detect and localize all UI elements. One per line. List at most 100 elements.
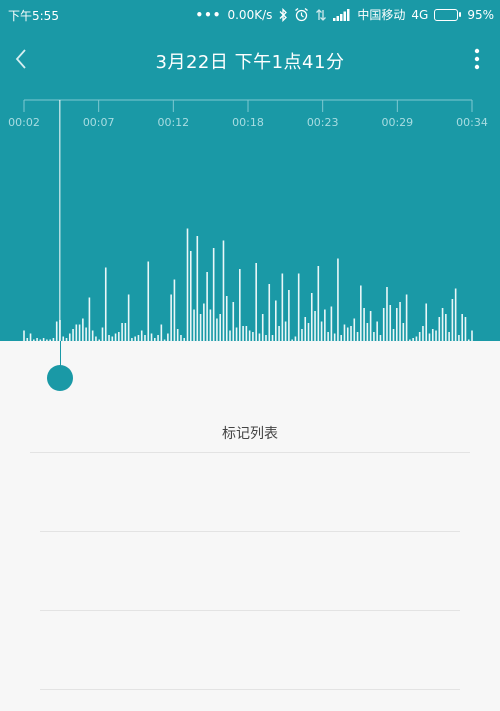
waveform-bar <box>288 290 290 341</box>
waveform-bar <box>445 314 447 341</box>
signal-icon <box>333 8 350 21</box>
waveform-timeline[interactable]: 00:02 00:07 00:12 00:18 00:23 00:29 00:34 <box>0 94 500 341</box>
waveform-bar <box>343 324 346 341</box>
waveform-bar <box>114 333 117 341</box>
waveform-bar <box>229 330 231 341</box>
waveform-bar <box>350 326 352 341</box>
waveform-bar <box>68 333 71 341</box>
waveform-bar <box>399 302 401 341</box>
waveform-bar <box>78 324 81 341</box>
waveform-bar <box>193 309 195 341</box>
waveform-bar <box>170 294 172 341</box>
waveform-bar <box>428 333 431 341</box>
waveform-bar <box>435 330 437 341</box>
waveform-bar <box>366 323 369 341</box>
waveform-bar <box>72 329 74 341</box>
waveform-bar <box>225 296 228 341</box>
waveform-bar <box>382 308 385 341</box>
waveform-bar <box>405 294 408 341</box>
waveform-bar <box>320 321 323 341</box>
waveform-bar <box>346 327 349 341</box>
waveform-bar <box>91 330 94 341</box>
waveform-bar <box>261 314 264 341</box>
waveform-bar <box>23 330 25 341</box>
waveform-bar <box>310 293 313 341</box>
waveform-bar <box>307 323 310 341</box>
waveform-bar <box>140 330 143 341</box>
waveform-bar <box>376 321 378 341</box>
waveform-bar <box>118 332 120 341</box>
waveform-bar <box>245 326 248 341</box>
waveform-bar <box>252 332 254 341</box>
waveform-bar <box>235 327 238 341</box>
playhead-handle[interactable] <box>46 365 73 391</box>
waveform-bar <box>258 333 261 341</box>
waveform-bar <box>232 302 235 341</box>
waveform-bar <box>239 269 241 341</box>
waveform-bar <box>160 324 163 341</box>
waveform-bar <box>278 326 280 341</box>
alarm-icon <box>295 7 309 22</box>
waveform-bar <box>418 332 421 341</box>
timeline-tick-label: 00:23 <box>307 116 339 129</box>
waveform-bar <box>360 285 362 341</box>
timeline-tick-label: 00:29 <box>381 116 413 129</box>
waveform-bar <box>147 261 150 341</box>
timeline-tick-label: 00:12 <box>157 116 189 129</box>
carrier-name: 中国移动 <box>357 8 406 22</box>
waveform-bar <box>353 318 356 341</box>
waveform-bar <box>255 263 257 341</box>
list-divider <box>40 531 460 532</box>
list-divider <box>40 689 460 690</box>
waveform-bar <box>29 333 32 341</box>
waveform-bar <box>314 311 316 341</box>
waveform-bar <box>203 303 205 341</box>
timeline-tick-label: 00:34 <box>456 116 488 129</box>
timeline-tick-label: 00:07 <box>83 116 115 129</box>
waveform-bar <box>216 318 218 341</box>
waveform-bar <box>448 332 450 341</box>
network-type: 4G <box>411 7 429 22</box>
network-speed: 0.00K/s <box>227 7 273 22</box>
recording-header: 下午5:55 ••• 0.00K/s 中国移动 4G 95% 3月22日 下午1… <box>0 0 500 341</box>
waveform-bar <box>333 333 336 341</box>
bluetooth-icon <box>279 7 288 22</box>
waveform-bar <box>438 317 441 341</box>
waveform-bar <box>441 308 444 341</box>
waveform-bar <box>268 284 271 341</box>
waveform-bar <box>242 326 244 341</box>
waveform-bar <box>248 330 251 341</box>
timeline-tick-label: 00:18 <box>232 116 264 129</box>
waveform-bar <box>196 236 199 341</box>
waveform-bar <box>189 251 192 341</box>
waveform-bar <box>392 329 395 341</box>
more-icon[interactable] <box>472 46 482 72</box>
waveform-bar <box>386 287 388 341</box>
waveform-bar <box>55 321 58 341</box>
marks-panel: 标记列表 <box>0 341 500 711</box>
waveform-bar <box>373 332 375 341</box>
waveform-bar <box>464 317 467 341</box>
waveform-bar <box>206 272 208 341</box>
waveform-bar <box>88 297 91 341</box>
waveform-bar <box>212 248 215 341</box>
waveform-bar <box>173 279 176 341</box>
waveform-bar <box>104 267 107 341</box>
status-right: ••• 0.00K/s 中国移动 4G 95% <box>195 6 494 23</box>
waveform-bar <box>281 273 284 341</box>
waveform-bar <box>454 288 457 341</box>
waveform-bar <box>461 314 463 341</box>
waveform-bar <box>422 326 424 341</box>
playhead-line-extension <box>59 341 61 367</box>
recording-title: 3月22日 下午1点41分 <box>155 52 345 73</box>
waveform-bar <box>219 314 221 341</box>
marks-list-title: 标记列表 <box>222 426 278 442</box>
waveform-bar <box>395 308 398 341</box>
waveform-bar <box>127 294 130 341</box>
title-bar: 3月22日 下午1点41分 <box>0 38 500 82</box>
status-time: 下午5:55 <box>8 9 59 23</box>
waveform-bar <box>186 228 189 341</box>
waveform-bar <box>304 317 307 341</box>
battery-icon <box>434 8 462 21</box>
waveform-bar <box>82 318 84 341</box>
